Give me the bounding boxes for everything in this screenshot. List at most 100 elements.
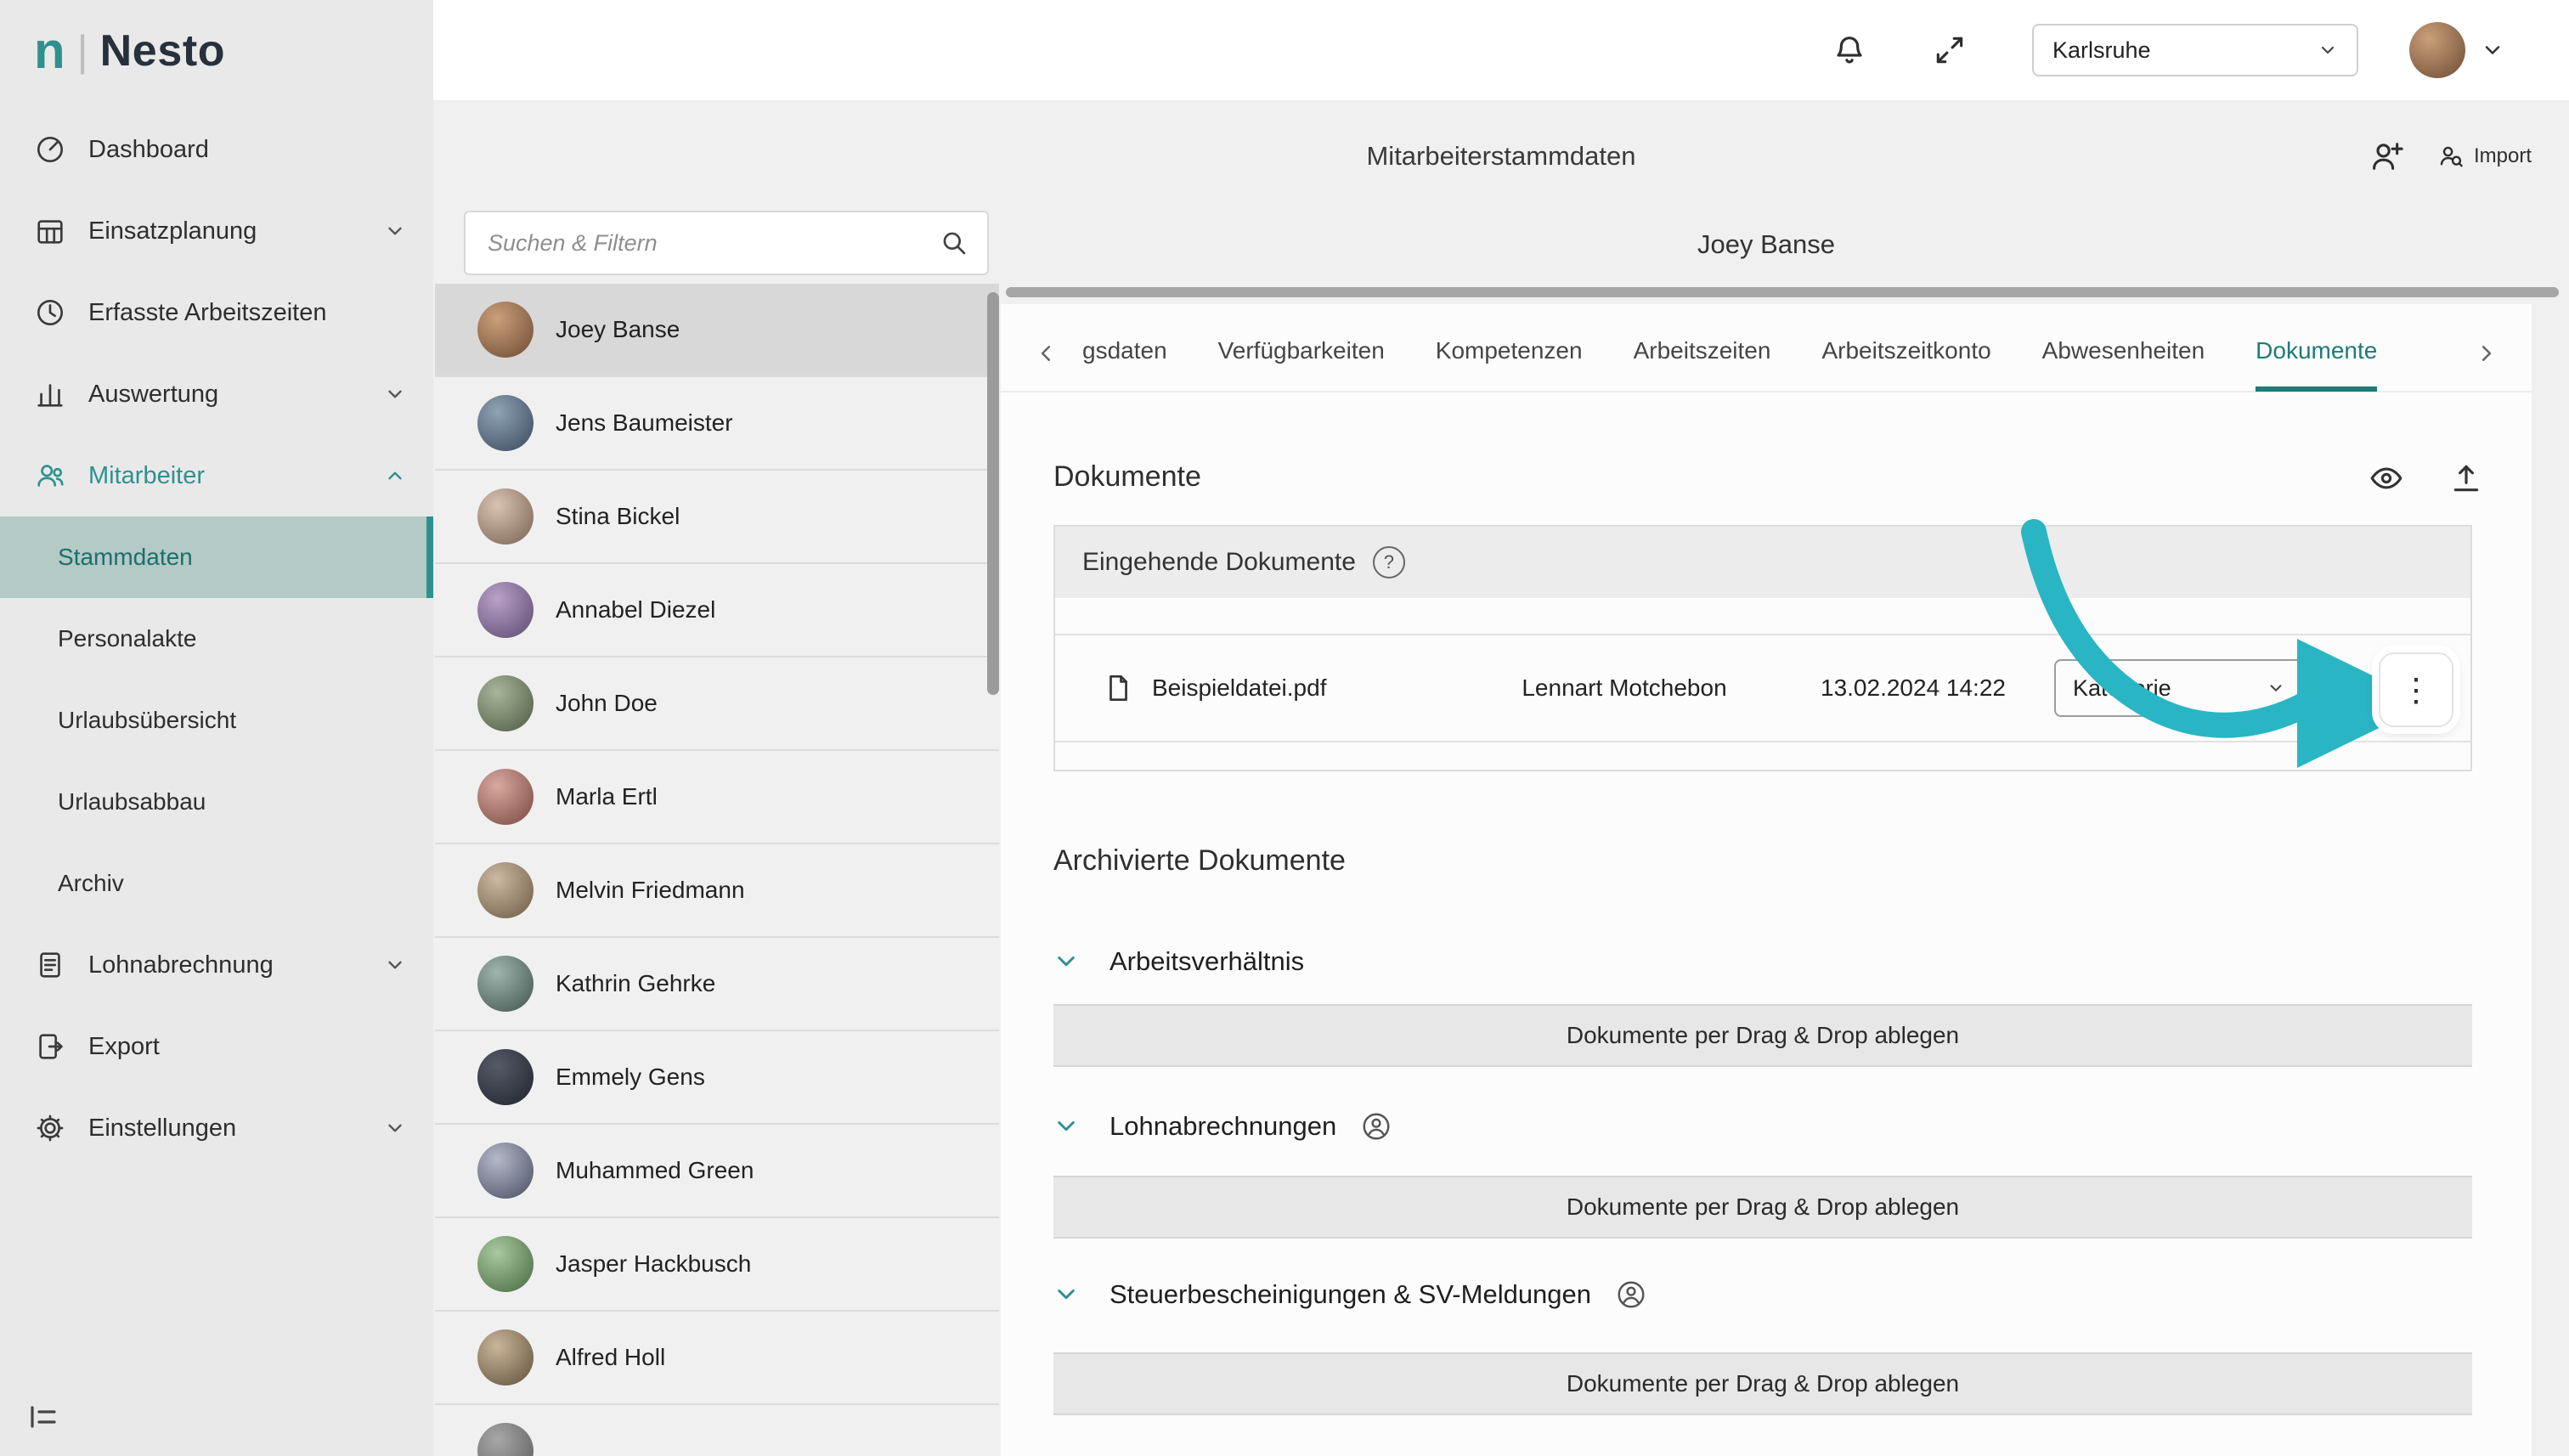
employee-list-item[interactable]: Kathrin Gehrke [435, 938, 999, 1031]
employee-name: Stina Bickel [556, 503, 680, 530]
sidebar-subitem-label: Personalakte [58, 625, 196, 652]
people-icon [34, 460, 66, 492]
sidebar-item-auswertung[interactable]: Auswertung [0, 353, 433, 435]
sidebar-item-einstellungen[interactable]: Einstellungen [0, 1087, 433, 1169]
notifications-bell-icon[interactable] [1832, 32, 1867, 68]
import-icon [2436, 142, 2465, 171]
employee-list-item[interactable]: Melvin Friedmann [435, 844, 999, 938]
sidebar-subitem-stammdaten[interactable]: Stammdaten [0, 516, 433, 598]
tab-beschaeftigungsdaten[interactable]: gsdaten [1082, 315, 1167, 392]
chevron-down-icon [2481, 38, 2504, 62]
search-icon[interactable] [940, 229, 968, 257]
help-icon[interactable]: ? [1373, 546, 1405, 578]
sidebar-subitem-label: Stammdaten [58, 544, 193, 571]
dropzone-steuerbescheinigungen[interactable]: Dokumente per Drag & Drop ablegen [1053, 1352, 2472, 1415]
employee-name: Jens Baumeister [556, 409, 733, 437]
sidebar-collapse-icon[interactable] [25, 1400, 59, 1434]
employee-list-item[interactable]: Annabel Diezel [435, 564, 999, 657]
logo-divider: | [77, 30, 88, 72]
upload-icon[interactable] [2448, 460, 2484, 496]
category-steuerbescheinigungen[interactable]: Steuerbescheinigungen & SV-Meldungen [1053, 1266, 1647, 1323]
sidebar-item-label: Einsatzplanung [88, 217, 257, 245]
tabs-scroll-left-icon[interactable] [1035, 341, 1059, 365]
employee-list-item[interactable]: Emmely Gens [435, 1031, 999, 1125]
employee-list-item[interactable]: Alfred Holl [435, 1312, 999, 1405]
dropzone-lohnabrechnungen[interactable]: Dokumente per Drag & Drop ablegen [1053, 1176, 2472, 1239]
employee-name: Kathrin Gehrke [556, 970, 715, 997]
dropzone-label: Dokumente per Drag & Drop ablegen [1567, 1370, 1959, 1397]
tabs-scroll-right-icon[interactable] [2474, 341, 2498, 365]
document-timestamp: 13.02.2024 14:22 [1786, 635, 2041, 741]
sidebar-item-export[interactable]: Export [0, 1006, 433, 1087]
employee-list-scrollbar[interactable] [987, 292, 999, 695]
avatar [477, 582, 534, 638]
employee-list-item[interactable]: Marla Ertl [435, 751, 999, 844]
sidebar-subitem-archiv[interactable]: Archiv [0, 843, 433, 924]
category-select[interactable]: Kategorie [2054, 659, 2304, 717]
dropzone-arbeitsverhaeltnis[interactable]: Dokumente per Drag & Drop ablegen [1053, 1004, 2472, 1067]
employee-list-item[interactable]: John Doe [435, 657, 999, 751]
employee-detail-title: Joey Banse [1001, 214, 2532, 275]
preview-eye-icon[interactable] [2369, 460, 2404, 496]
fullscreen-icon[interactable] [1932, 32, 1968, 68]
search-input[interactable] [484, 229, 926, 258]
nesto-logo[interactable]: n | Nesto [34, 25, 225, 76]
employee-list-item-partial[interactable] [435, 1405, 999, 1456]
category-label: Lohnabrechnungen [1109, 1111, 1336, 1142]
avatar [2409, 22, 2465, 78]
sidebar-item-lohnabrechnung[interactable]: Lohnabrechnung [0, 924, 433, 1006]
tab-kompetenzen[interactable]: Kompetenzen [1436, 315, 1583, 392]
chevron-down-icon [2267, 679, 2285, 697]
sidebar-item-label: Auswertung [88, 381, 218, 409]
avatar [477, 862, 534, 918]
avatar [477, 488, 534, 545]
avatar [477, 302, 534, 358]
header-actions: Import [2369, 102, 2532, 211]
employee-list-item[interactable]: Muhammed Green [435, 1125, 999, 1218]
tab-abwesenheiten[interactable]: Abwesenheiten [2042, 315, 2205, 392]
category-lohnabrechnungen[interactable]: Lohnabrechnungen [1053, 1098, 1392, 1155]
chevron-up-icon [384, 465, 406, 487]
sidebar-item-label: Mitarbeiter [88, 462, 205, 490]
employee-name: Melvin Friedmann [556, 877, 745, 904]
location-select-value: Karlsruhe [2052, 37, 2151, 64]
category-arbeitsverhaeltnis[interactable]: Arbeitsverhältnis [1053, 933, 1304, 990]
user-menu[interactable] [2409, 22, 2504, 78]
tab-arbeitszeitkonto[interactable]: Arbeitszeitkonto [1821, 315, 1990, 392]
section-title: Dokumente [1053, 460, 1201, 494]
employee-list-item[interactable]: Joey Banse [435, 284, 999, 377]
person-circle-icon [1615, 1278, 1647, 1311]
sidebar-subitem-personalakte[interactable]: Personalakte [0, 598, 433, 680]
employee-list-item[interactable]: Jens Baumeister [435, 377, 999, 471]
tab-dokumente[interactable]: Dokumente [2256, 315, 2377, 392]
import-button[interactable]: Import [2436, 142, 2532, 171]
tab-verfuegbarkeiten[interactable]: Verfügbarkeiten [1218, 315, 1385, 392]
payroll-document-icon [34, 949, 66, 981]
horizontal-scrollbar[interactable] [1006, 287, 2559, 297]
chevron-down-icon [1053, 1114, 1079, 1139]
document-actions-menu-button[interactable]: ⋮ [2379, 652, 2453, 727]
detail-tabbar: gsdaten Verfügbarkeiten Kompetenzen Arbe… [1001, 316, 2532, 392]
employee-name: Emmely Gens [556, 1064, 705, 1091]
sidebar-item-mitarbeiter[interactable]: Mitarbeiter [0, 435, 433, 516]
employee-name: Annabel Diezel [556, 596, 715, 624]
tab-arbeitszeiten[interactable]: Arbeitszeiten [1634, 315, 1771, 392]
sidebar-subitem-urlaubsabbau[interactable]: Urlaubsabbau [0, 761, 433, 843]
location-select[interactable]: Karlsruhe [2032, 24, 2358, 76]
sidebar-item-einsatzplanung[interactable]: Einsatzplanung [0, 190, 433, 272]
employee-list-item[interactable]: Jasper Hackbusch [435, 1218, 999, 1312]
document-file[interactable]: Beispieldatei.pdf [1103, 635, 1326, 741]
avatar [477, 395, 534, 451]
sidebar-item-dashboard[interactable]: Dashboard [0, 109, 433, 190]
page-header: Mitarbeiterstammdaten Import [433, 102, 2569, 211]
add-employee-button[interactable] [2369, 138, 2406, 175]
sidebar-subitem-urlaubsuebersicht[interactable]: Urlaubsübersicht [0, 680, 433, 761]
employee-name: Muhammed Green [556, 1157, 754, 1184]
employee-list-item[interactable]: Stina Bickel [435, 471, 999, 564]
planning-icon [34, 215, 66, 247]
import-label: Import [2474, 144, 2532, 168]
employee-name: Joey Banse [556, 316, 680, 343]
archived-documents-title: Archivierte Dokumente [1053, 844, 1346, 878]
sidebar-item-erfasste-arbeitszeiten[interactable]: Erfasste Arbeitszeiten [0, 272, 433, 353]
file-icon [1103, 672, 1135, 704]
